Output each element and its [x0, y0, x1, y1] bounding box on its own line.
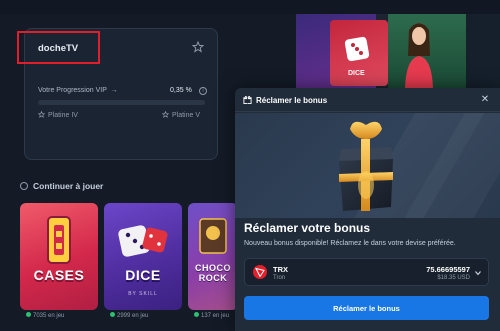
- continue-playing-label: Continuer à jouer: [33, 181, 104, 191]
- game-title: DICE: [125, 267, 161, 283]
- modal-title: Réclamer le bonus: [256, 96, 328, 105]
- bonus-hero-image: [235, 113, 500, 218]
- game-title: CHOCO ROCK: [195, 263, 231, 283]
- dice-art-icon: [118, 225, 168, 257]
- players-count-label: 137 en jeu: [201, 313, 230, 319]
- vip-progress-label: Votre Progression VIP: [38, 87, 107, 94]
- arrow-right-icon: →: [110, 87, 118, 94]
- history-icon: [20, 182, 28, 190]
- currency-select[interactable]: TRX Tron 75.66695597 $18.35 USD: [244, 258, 489, 286]
- gift-icon: [243, 95, 252, 104]
- players-count: 7035 en jeu: [26, 312, 64, 319]
- currency-usd-value: $18.35 USD: [437, 275, 470, 281]
- online-dot: [110, 312, 115, 317]
- modal-description: Nouveau bonus disponible! Réclamez le da…: [244, 240, 456, 247]
- gift-box-icon: [339, 121, 393, 211]
- currency-name: Tron: [273, 275, 286, 281]
- tier-star-icon: [162, 111, 169, 118]
- choco-art-icon: [199, 218, 227, 254]
- vip-next-tier: Platine V: [162, 111, 200, 119]
- game-tile-choco-rock[interactable]: CHOCO ROCK: [188, 203, 238, 310]
- currency-amount: 75.66695597: [426, 265, 470, 274]
- vip-username[interactable]: docheTV: [38, 43, 78, 54]
- page: docheTV Votre Progression VIP → 0,35 % i…: [0, 0, 500, 331]
- game-tile-cases[interactable]: CASES: [20, 203, 98, 310]
- modal-header: Réclamer le bonus ✕: [235, 88, 500, 112]
- live-dealer-image: [405, 23, 433, 89]
- vip-progress-percent: 0,35 %: [170, 87, 192, 94]
- claim-bonus-modal: Réclamer le bonus ✕ Réclamer votre bonus…: [235, 88, 500, 331]
- vip-star-icon[interactable]: [192, 41, 204, 53]
- game-subtitle: BY SKILL: [128, 291, 158, 297]
- players-count-label: 7035 en jeu: [33, 313, 65, 319]
- info-icon[interactable]: i: [199, 87, 207, 95]
- online-dot: [194, 312, 199, 317]
- promo-dice-label: DICE: [348, 70, 365, 77]
- currency-symbol: TRX: [273, 265, 288, 274]
- modal-heading: Réclamer votre bonus: [244, 221, 371, 235]
- online-dot: [26, 312, 31, 317]
- players-count: 2999 en jeu: [110, 312, 148, 319]
- game-tile-dice[interactable]: DICE BY SKILL: [104, 203, 182, 310]
- close-icon[interactable]: ✕: [480, 95, 490, 105]
- promo-tile[interactable]: [466, 14, 500, 89]
- vip-progress-link[interactable]: Votre Progression VIP →: [38, 87, 118, 94]
- cases-art-icon: [47, 216, 71, 264]
- players-count: 137 en jeu: [194, 312, 229, 319]
- dice-icon: [344, 36, 370, 62]
- vip-current-tier: Platine IV: [38, 111, 78, 119]
- top-bar: [0, 0, 500, 14]
- vip-progress-bar: [38, 100, 205, 105]
- vip-current-tier-label: Platine IV: [48, 112, 78, 119]
- game-title: CASES: [33, 267, 85, 283]
- tier-star-icon: [38, 111, 45, 118]
- tron-icon: [253, 265, 267, 279]
- continue-playing-heading: Continuer à jouer: [20, 181, 103, 191]
- players-count-label: 2999 en jeu: [117, 313, 149, 319]
- claim-bonus-button[interactable]: Réclamer le bonus: [244, 296, 489, 320]
- chevron-down-icon: [475, 271, 481, 276]
- vip-next-tier-label: Platine V: [172, 112, 201, 119]
